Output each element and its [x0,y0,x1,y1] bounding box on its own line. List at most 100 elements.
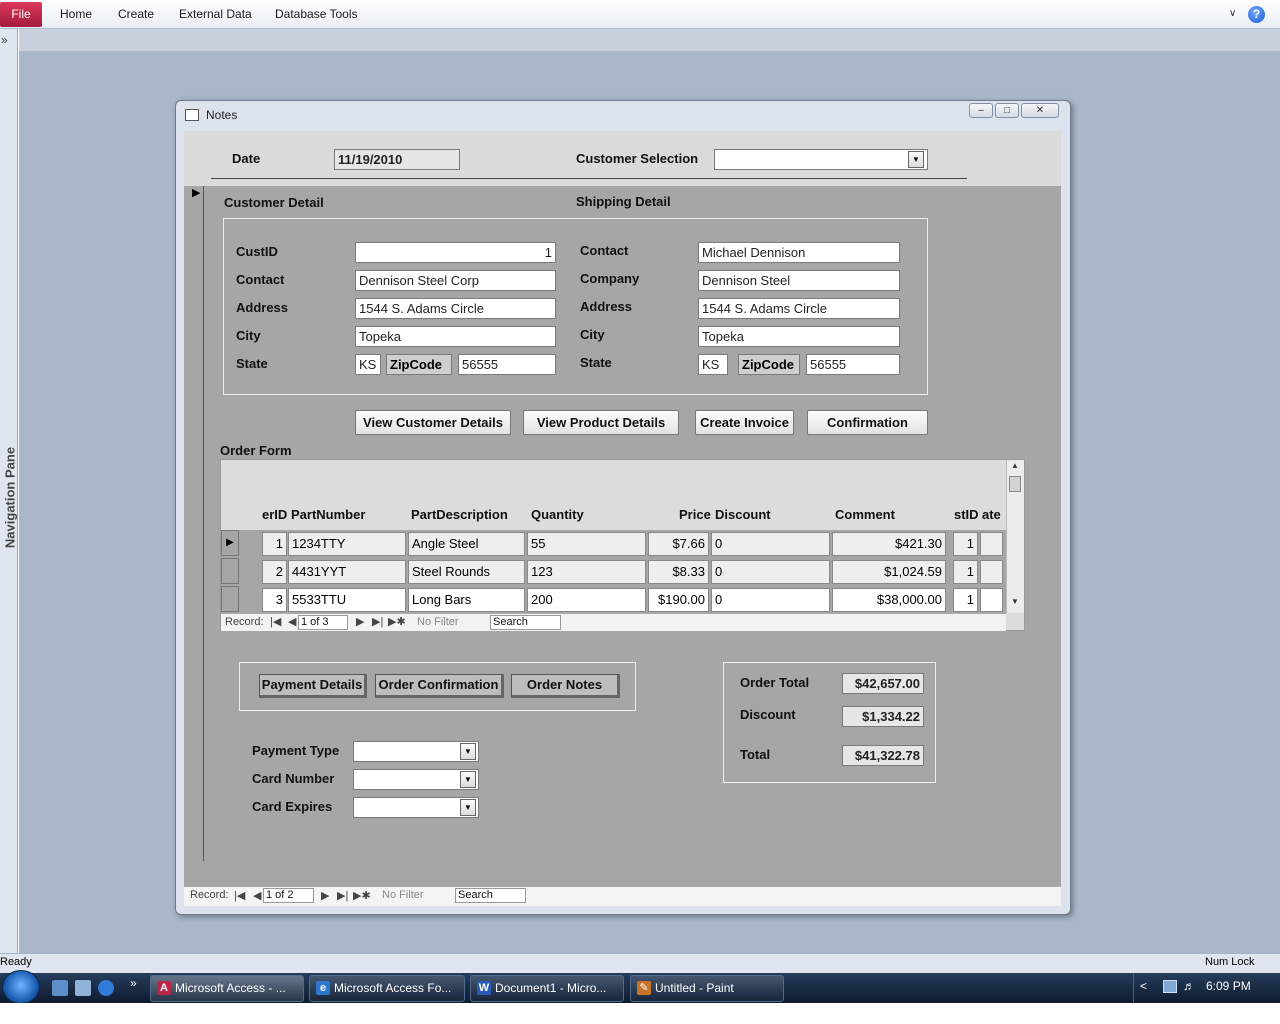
customer-city-field[interactable]: Topeka [355,326,556,347]
column-header-discount[interactable]: Discount [715,507,771,522]
create-invoice-button[interactable]: Create Invoice [695,410,794,435]
table-cell[interactable]: $7.66 [648,532,709,556]
form-record-position[interactable]: 1 of 2 [263,888,314,903]
table-cell[interactable]: $8.33 [648,560,709,584]
card-number-dropdown-icon[interactable]: ▼ [460,771,476,788]
shipping-state-field[interactable]: KS [698,354,728,375]
subform-prev-record-icon[interactable]: ◀ [288,615,296,628]
maximize-button[interactable]: □ [995,103,1019,118]
confirmation-button[interactable]: Confirmation [807,410,928,435]
row-selector[interactable] [221,586,239,612]
taskbar-item-access[interactable]: A Microsoft Access - ... [150,975,304,1002]
table-cell[interactable]: 3 [262,588,287,612]
column-header-id[interactable]: erID [262,507,287,522]
customer-address-field[interactable]: 1544 S. Adams Circle [355,298,556,319]
internet-explorer-icon[interactable] [98,980,114,996]
scroll-up-icon[interactable]: ▲ [1007,461,1023,475]
table-cell[interactable]: Steel Rounds [408,560,525,584]
volume-icon[interactable]: ♬ [1183,979,1195,993]
ribbon-minimize-icon[interactable]: ∨ [1229,8,1236,19]
column-header-custid[interactable]: stID [954,507,979,522]
table-cell[interactable]: 2 [262,560,287,584]
discount-field[interactable]: $1,334.22 [842,706,924,727]
table-cell[interactable]: Long Bars [408,588,525,612]
table-cell[interactable]: 0 [711,560,830,584]
tray-expand-icon[interactable]: < [1140,979,1147,993]
customer-zip-field[interactable]: 56555 [458,354,556,375]
table-cell[interactable]: 4431YYT [288,560,406,584]
minimize-button[interactable]: – [969,103,993,118]
column-header-partdescription[interactable]: PartDescription [411,507,508,522]
total-field[interactable]: $41,322.78 [842,745,924,766]
tab-database-tools[interactable]: Database Tools [275,7,358,21]
form-last-record-icon[interactable]: ▶| [337,889,348,902]
table-cell[interactable]: $1,024.59 [832,560,946,584]
table-cell[interactable]: 1 [953,532,978,556]
subform-new-record-icon[interactable]: ▶✱ [388,615,406,628]
table-cell[interactable]: 1 [262,532,287,556]
navigation-pane-label[interactable]: Navigation Pane [3,438,18,558]
taskbar-item-ie[interactable]: e Microsoft Access Fo... [309,975,465,1002]
shipping-zip-field[interactable]: 56555 [806,354,900,375]
shipping-company-field[interactable]: Dennison Steel [698,270,900,291]
table-cell[interactable]: 200 [527,588,646,612]
tab-order-confirmation[interactable]: Order Confirmation [375,674,504,698]
explorer-icon[interactable] [75,980,91,996]
form-prev-record-icon[interactable]: ◀ [253,889,261,902]
table-cell[interactable]: $190.00 [648,588,709,612]
custid-field[interactable]: 1 [355,242,556,263]
view-customer-details-button[interactable]: View Customer Details [355,410,511,435]
subform-first-record-icon[interactable]: |◀ [270,615,281,628]
subform-filter-indicator[interactable]: No Filter [417,616,459,628]
table-cell[interactable]: 1234TTY [288,532,406,556]
close-button[interactable]: ✕ [1021,103,1059,118]
row-selector-current[interactable]: ▶ [221,530,239,556]
table-cell[interactable] [980,560,1003,584]
form-filter-indicator[interactable]: No Filter [382,889,424,901]
customer-contact-field[interactable]: Dennison Steel Corp [355,270,556,291]
subform-search-input[interactable]: Search [490,615,561,630]
row-selector[interactable] [221,558,239,584]
form-next-record-icon[interactable]: ▶ [321,889,329,902]
tab-external-data[interactable]: External Data [179,7,252,21]
table-cell[interactable]: Angle Steel [408,532,525,556]
tab-home[interactable]: Home [60,7,92,21]
payment-type-dropdown-icon[interactable]: ▼ [460,743,476,760]
subform-record-position[interactable]: 1 of 3 [298,615,348,630]
table-cell[interactable]: 123 [527,560,646,584]
subform-last-record-icon[interactable]: ▶| [372,615,383,628]
tab-payment-details[interactable]: Payment Details [259,674,367,698]
quicklaunch-more-icon[interactable]: » [130,976,137,990]
customer-state-field[interactable]: KS [355,354,381,375]
scroll-down-icon[interactable]: ▼ [1007,597,1023,611]
start-button[interactable] [2,970,40,1004]
shipping-address-field[interactable]: 1544 S. Adams Circle [698,298,900,319]
table-cell[interactable]: 0 [711,588,830,612]
table-cell[interactable]: 1 [953,560,978,584]
clock[interactable]: 6:09 PM [1206,979,1251,993]
form-first-record-icon[interactable]: |◀ [234,889,245,902]
show-desktop-icon[interactable] [52,980,68,996]
file-tab[interactable]: File [0,2,42,27]
taskbar-item-paint[interactable]: ✎ Untitled - Paint [630,975,784,1002]
table-cell[interactable]: 55 [527,532,646,556]
column-header-price[interactable]: Price [679,507,711,522]
column-header-date[interactable]: ate [982,507,1001,522]
form-new-record-icon[interactable]: ▶✱ [353,889,371,902]
card-expires-dropdown-icon[interactable]: ▼ [460,799,476,816]
table-cell[interactable]: $421.30 [832,532,946,556]
network-icon[interactable] [1163,980,1177,993]
form-search-input[interactable]: Search [455,888,526,903]
date-field[interactable]: 11/19/2010 [334,149,460,170]
column-header-partnumber[interactable]: PartNumber [291,507,365,522]
shipping-city-field[interactable]: Topeka [698,326,900,347]
order-total-field[interactable]: $42,657.00 [842,673,924,694]
table-cell[interactable]: 1 [953,588,978,612]
help-icon[interactable]: ? [1248,6,1265,23]
table-cell[interactable] [980,588,1003,612]
customer-selection-dropdown-icon[interactable]: ▼ [908,151,924,168]
column-header-comment[interactable]: Comment [835,507,895,522]
tab-create[interactable]: Create [118,7,154,21]
tab-order-notes[interactable]: Order Notes [511,674,620,698]
table-cell[interactable]: $38,000.00 [832,588,946,612]
